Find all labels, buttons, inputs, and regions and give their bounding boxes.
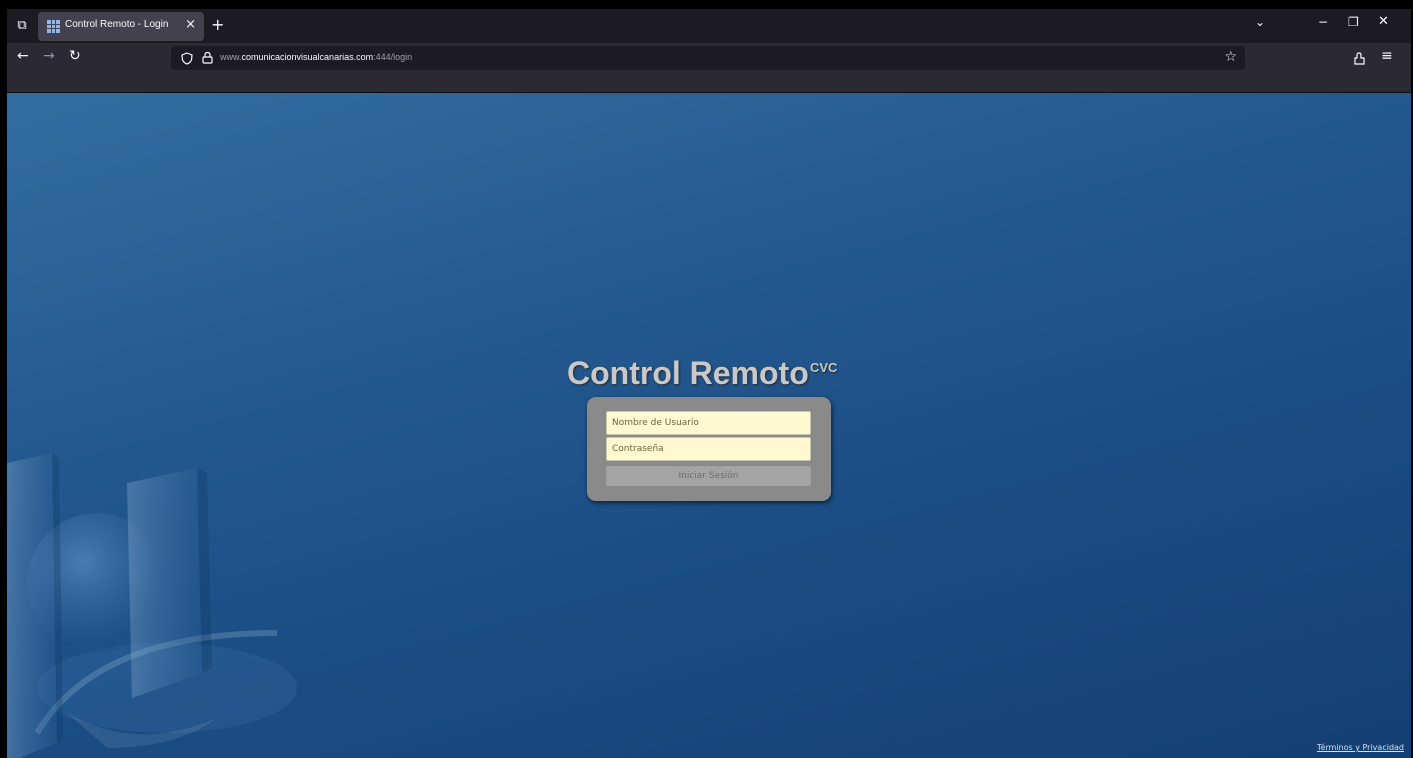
- tab-control-remoto[interactable]: Control Remoto - Login ×: [38, 12, 204, 41]
- url-path: :444/login: [373, 52, 413, 62]
- list-tabs-icon[interactable]: ⌄: [1255, 15, 1265, 29]
- lock-icon[interactable]: [202, 51, 213, 64]
- url-host: comunicacionvisualcanarias.com: [241, 52, 374, 62]
- navigation-toolbar: ← → ↻ www.comunicacionvisualcanarias.com…: [7, 43, 1411, 73]
- tab-strip: ⧉ Control Remoto - Login × + ⌄ − ❐ ✕: [7, 9, 1411, 43]
- password-field[interactable]: [606, 437, 811, 461]
- reload-button[interactable]: ↻: [69, 48, 81, 64]
- login-button[interactable]: Iniciar Sesión: [606, 466, 811, 486]
- login-page: Control Remoto CVC Iniciar Sesión Términ…: [7, 93, 1411, 758]
- username-field[interactable]: [606, 411, 811, 435]
- tab-close-icon[interactable]: ×: [185, 17, 196, 32]
- bookmarks-toolbar: [7, 73, 1411, 93]
- page-title-superscript: CVC: [810, 360, 838, 375]
- tab-title: Control Remoto - Login: [65, 19, 169, 30]
- restore-button[interactable]: ❐: [1348, 15, 1359, 29]
- browser-window: ⧉ Control Remoto - Login × + ⌄ − ❐ ✕ ← →…: [7, 9, 1411, 758]
- url-bar[interactable]: www.comunicacionvisualcanarias.com:444/l…: [171, 46, 1245, 70]
- app-menu-icon[interactable]: ≡: [1381, 48, 1393, 64]
- page-title: Control Remoto: [567, 355, 809, 391]
- server-globe-illustration: [7, 453, 297, 758]
- new-tab-button[interactable]: +: [211, 15, 224, 34]
- close-window-button[interactable]: ✕: [1378, 14, 1389, 29]
- minimize-button[interactable]: −: [1318, 15, 1328, 29]
- url-prefix: www.: [220, 52, 242, 62]
- login-form: Iniciar Sesión: [587, 397, 831, 501]
- tracking-shield-icon[interactable]: [181, 52, 193, 65]
- terms-privacy-link[interactable]: Términos y Privacidad: [1317, 743, 1404, 752]
- url-text[interactable]: www.comunicacionvisualcanarias.com:444/l…: [220, 52, 412, 62]
- bookmark-star-icon[interactable]: ☆: [1224, 49, 1237, 65]
- forward-button[interactable]: →: [43, 48, 55, 64]
- tab-overview-icon[interactable]: ⧉: [13, 17, 31, 35]
- back-button[interactable]: ←: [17, 48, 29, 64]
- site-favicon-icon: [47, 20, 60, 33]
- extensions-icon[interactable]: [1353, 52, 1366, 65]
